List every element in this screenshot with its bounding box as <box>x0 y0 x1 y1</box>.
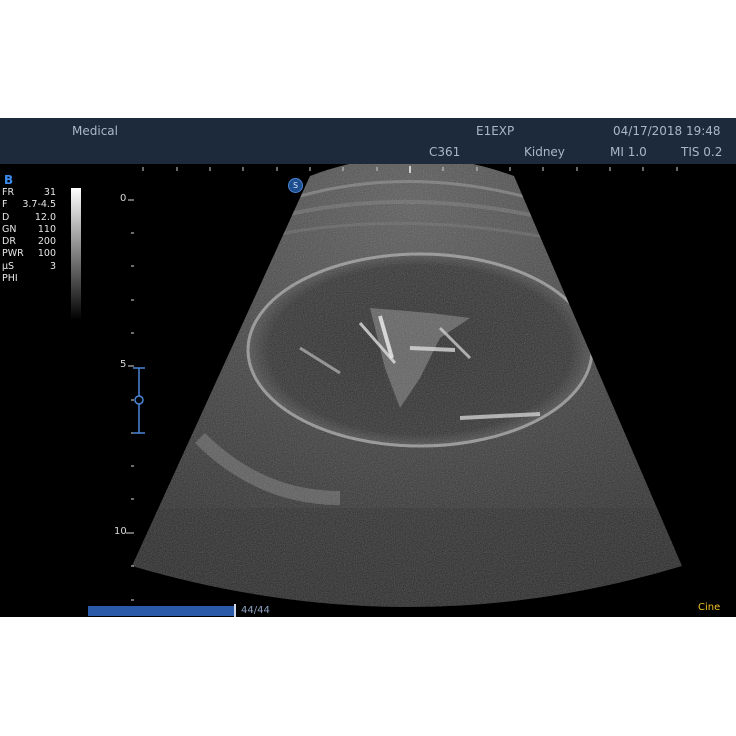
app-name: Medical <box>72 124 118 138</box>
imaging-mode: B <box>4 173 14 187</box>
ultrasound-screen: Medical E1EXP 04/17/2018 19:48 C361 Kidn… <box>0 118 736 617</box>
param-row: DR 200 <box>2 236 60 248</box>
thermal-index: TIS 0.2 <box>681 145 723 159</box>
param-value: 3 <box>49 260 56 272</box>
depth-label-10: 10 <box>114 526 127 537</box>
cine-mode-label: Cine <box>698 602 721 613</box>
param-row: D 12.0 <box>2 212 60 224</box>
grayscale-bar <box>71 188 81 320</box>
param-row: µS 3 <box>2 261 60 273</box>
param-key: µS <box>2 260 15 272</box>
param-key: FR <box>2 187 15 198</box>
param-row: F 3.7-4.5 <box>2 199 60 211</box>
preset-name: Kidney <box>524 145 565 159</box>
param-key: PWR <box>2 248 24 260</box>
param-key: PHI <box>2 273 18 285</box>
depth-label-5: 5 <box>120 359 127 370</box>
param-value: 31 <box>43 187 56 198</box>
param-row: FR 31 <box>2 187 60 199</box>
param-key: DR <box>2 236 16 248</box>
param-key: D <box>2 211 10 223</box>
param-value: 12.0 <box>34 211 56 223</box>
param-value: 100 <box>37 248 56 260</box>
parameter-list: FR 31 F 3.7-4.5 D 12.0 GN 110 DR 200 PWR 100 µ… <box>2 187 60 285</box>
lateral-scale <box>142 166 678 173</box>
param-value: 200 <box>37 236 56 248</box>
param-key: GN <box>2 223 17 235</box>
param-value: 3.7-4.5 <box>22 199 56 211</box>
depth-label-0: 0 <box>120 193 127 204</box>
cine-cursor[interactable] <box>234 604 236 617</box>
probe-name: C361 <box>429 145 461 159</box>
mechanical-index: MI 1.0 <box>610 145 647 159</box>
date-time: 04/17/2018 19:48 <box>613 124 721 138</box>
cine-progress-bar[interactable] <box>88 606 234 616</box>
orientation-marker-icon: S <box>288 178 303 193</box>
param-row: GN 110 <box>2 224 60 236</box>
frame-counter: 44/44 <box>241 605 270 616</box>
param-row: PWR 100 <box>2 248 60 260</box>
param-value: 110 <box>37 223 56 235</box>
exam-type: E1EXP <box>476 124 515 138</box>
ultrasound-image <box>132 158 682 607</box>
param-key: F <box>2 199 8 211</box>
header-bar: Medical E1EXP 04/17/2018 19:48 C361 Kidn… <box>0 118 736 164</box>
param-row: PHI <box>2 273 60 285</box>
